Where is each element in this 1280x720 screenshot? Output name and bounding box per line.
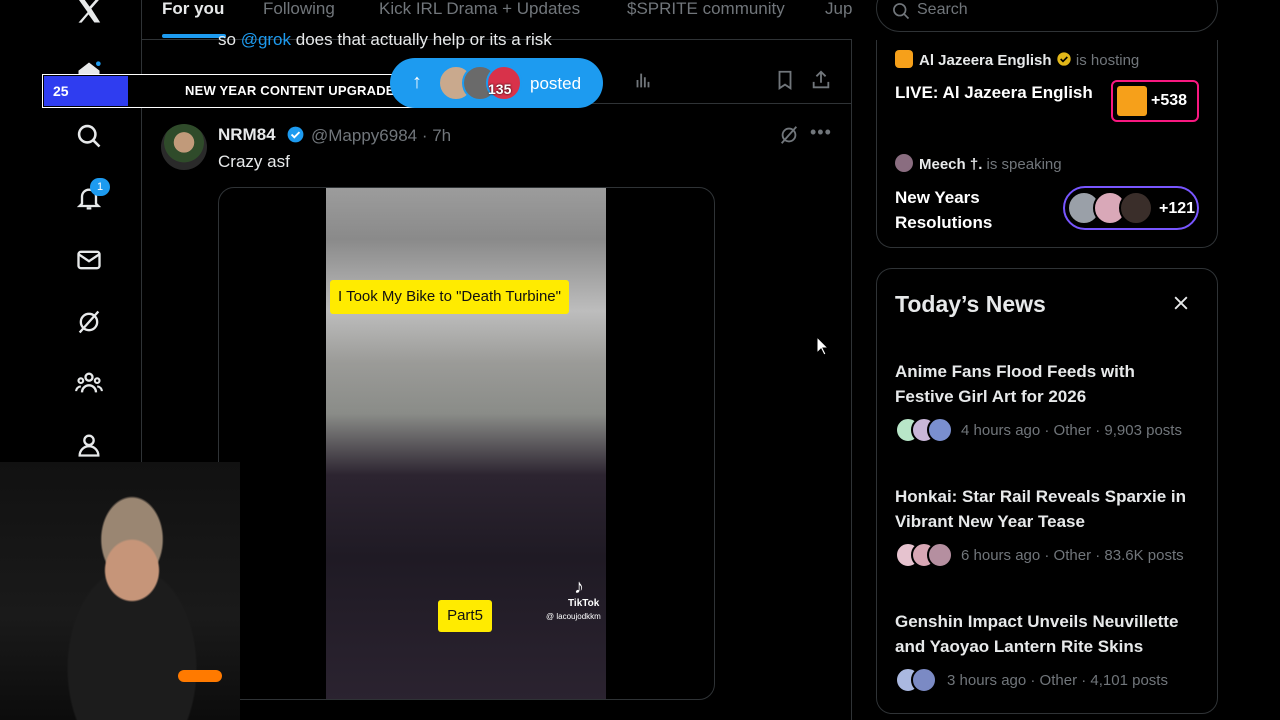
space-listener-count: +538 (1151, 92, 1188, 109)
overlay-label: NEW YEAR CONTENT UPGRADE (185, 83, 395, 98)
news-meta: 3 hours ago · Other · 4,101 posts (895, 667, 1205, 695)
video-media[interactable]: I Took My Bike to "Death Turbine" Part5 … (218, 187, 715, 700)
webcam-overlay (0, 462, 240, 720)
posted-count: 135 (488, 81, 512, 97)
verified-badge-icon (287, 126, 304, 143)
space-join-button-2[interactable]: +121 (1063, 186, 1199, 230)
news-meta-text: 6 hours ago · Other · 83.6K posts (961, 547, 1184, 564)
news-title-line2: and Yaoyao Lantern Rite Skins (895, 637, 1144, 656)
analytics-icon[interactable] (632, 69, 654, 91)
tiktok-logo-icon: ♪ (574, 576, 584, 598)
space-title-2-line1[interactable]: New Years (895, 185, 980, 210)
mouse-cursor-icon (816, 336, 830, 356)
news-title-line1: Anime Fans Flood Feeds with (895, 362, 1135, 381)
verified-gold-icon (1057, 52, 1071, 66)
news-title-line2: Festive Girl Art for 2026 (895, 387, 1087, 406)
news-meta-text: 4 hours ago · Other · 9,903 posts (961, 422, 1182, 439)
space-join-button-1[interactable]: +538 (1111, 80, 1199, 122)
video-frame[interactable]: I Took My Bike to "Death Turbine" Part5 … (326, 188, 606, 699)
avatar[interactable] (161, 124, 207, 170)
close-icon[interactable] (1171, 293, 1191, 313)
news-title-line2: Vibrant New Year Tease (895, 512, 1085, 531)
tiktok-watermark: TikTok (568, 598, 600, 609)
armband (178, 670, 222, 682)
grok-mention[interactable]: @grok (241, 30, 291, 49)
notification-badge: 1 (90, 178, 110, 196)
search-placeholder: Search (917, 1, 968, 18)
live-spaces: Al Jazeera English is hosting LIVE: Al J… (876, 40, 1218, 248)
speaker-avatar (1119, 191, 1153, 225)
x-logo-icon[interactable] (74, 0, 104, 26)
grok-explain-icon[interactable] (778, 124, 800, 146)
main-feed: For you Following Kick IRL Drama + Updat… (142, 0, 852, 720)
prev-text-b: does that actually help or its a risk (291, 30, 552, 49)
search-icon[interactable] (74, 121, 104, 151)
prev-text-a: so (218, 30, 241, 49)
tab-sprite-community[interactable]: $SPRITE community (627, 0, 785, 40)
search-icon (893, 3, 910, 20)
right-sidebar: Search Al Jazeera English is hosting LIV… (852, 0, 1280, 720)
space-listener-count: +121 (1159, 200, 1196, 217)
share-icon[interactable] (810, 69, 832, 91)
space-host-name[interactable]: Meech †. (919, 156, 982, 173)
news-title-line1: Genshin Impact Unveils Neuvillette (895, 612, 1179, 631)
news-meta: 6 hours ago · Other · 83.6K posts (895, 542, 1205, 570)
tiktok-user-watermark: @ lacoujodkkm (546, 612, 601, 621)
space-host-status: is hosting (1075, 52, 1140, 69)
space-title-2-line2[interactable]: Resolutions (895, 210, 992, 235)
arrow-up-icon: ↑ (412, 71, 422, 93)
news-avatar (927, 417, 953, 443)
bookmark-icon[interactable] (774, 69, 796, 91)
tweet[interactable]: NRM84 @Mappy6984 · 7h Crazy asf ••• I To… (142, 104, 852, 720)
news-avatar (911, 667, 937, 693)
news-item[interactable]: Anime Fans Flood Feeds with Festive Girl… (895, 359, 1205, 445)
overlay-count: 25 (44, 76, 128, 106)
news-meta-text: 3 hours ago · Other · 4,101 posts (947, 672, 1168, 689)
search-box[interactable]: Search (876, 0, 1218, 32)
space-host-2: Meech †. is speaking (895, 154, 1062, 173)
video-caption: I Took My Bike to "Death Turbine" (330, 280, 569, 314)
news-meta: 4 hours ago · Other · 9,903 posts (895, 417, 1205, 445)
communities-icon[interactable] (74, 368, 104, 398)
space-logo (1117, 86, 1147, 116)
grok-icon[interactable] (74, 307, 104, 337)
mail-icon[interactable] (74, 245, 104, 275)
video-part-label: Part5 (438, 600, 492, 632)
space-host-avatar (895, 154, 913, 172)
news-heading: Today’s News (895, 291, 1046, 317)
posted-label: posted (530, 74, 582, 93)
space-host-avatar (895, 50, 913, 68)
news-title-line1: Honkai: Star Rail Reveals Sparxie in (895, 487, 1187, 506)
news-item[interactable]: Genshin Impact Unveils Neuvillette and Y… (895, 609, 1205, 695)
tweet-text: Crazy asf (218, 152, 290, 171)
space-host-1: Al Jazeera English is hosting (895, 50, 1139, 69)
author-name[interactable]: NRM84 (218, 125, 276, 145)
profile-icon[interactable] (74, 430, 104, 460)
space-host-status: is speaking (986, 156, 1062, 173)
author-handle-time[interactable]: @Mappy6984 · 7h (311, 126, 451, 146)
news-avatar (927, 542, 953, 568)
new-posts-pill[interactable]: ↑ 135 posted (390, 58, 603, 108)
more-options-icon[interactable]: ••• (810, 122, 832, 143)
active-tab-indicator (162, 34, 226, 38)
space-title-1[interactable]: LIVE: Al Jazeera English (895, 80, 1093, 105)
space-host-name[interactable]: Al Jazeera English (919, 52, 1052, 69)
news-item[interactable]: Honkai: Star Rail Reveals Sparxie in Vib… (895, 484, 1205, 570)
todays-news: Today’s News Anime Fans Flood Feeds with… (876, 268, 1218, 714)
tab-jup[interactable]: Jup (825, 0, 852, 40)
previous-post-text: so @grok does that actually help or its … (218, 30, 552, 50)
